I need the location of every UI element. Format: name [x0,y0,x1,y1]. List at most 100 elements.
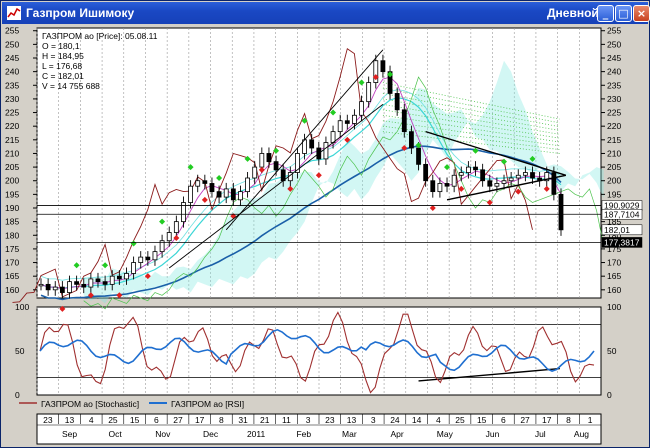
x-day-label: 3 [306,415,311,425]
y-tick-label: 200 [5,176,19,186]
y-tick-label: 160 [607,285,621,295]
y-tick-label: 210 [607,148,621,158]
candle-body [430,180,436,193]
ind-tick-label: 0 [15,390,20,400]
x-day-label: 17 [195,415,205,425]
candle-body [67,281,72,293]
info-line: C = 182,01 [42,71,84,81]
y-tick-label: 240 [5,67,19,77]
candle-body [487,180,493,187]
candle-body [109,275,115,285]
candle-body [494,183,500,187]
ind-tick-label: 50 [15,346,25,356]
y-tick-label: 230 [607,94,621,104]
y-tick-label: 250 [607,39,621,49]
candle-body [530,172,535,179]
y-tick-label: 170 [607,258,621,268]
candle-body [223,188,229,198]
candle-body [515,174,521,179]
ind-tick-label: 50 [607,346,617,356]
y-tick-label: 230 [5,94,19,104]
candle-body [380,60,386,73]
y-tick-label: 255 [607,26,621,36]
y-tick-label: 225 [607,108,621,118]
x-day-label: 23 [325,415,335,425]
x-day-label: 8 [566,415,571,425]
y-tick-label: 245 [607,53,621,63]
x-day-label: 25 [455,415,465,425]
x-day-label: 8 [219,415,224,425]
y-tick-label: 210 [5,148,19,158]
candle-body [252,166,258,179]
x-day-label: 13 [347,415,357,425]
candle-body [473,166,478,171]
candle-body [401,109,407,133]
candle-body [309,139,315,149]
candle-body [238,191,243,201]
x-month-label: Aug [574,429,589,439]
chart-area[interactable]: 1601601651651701701751751801801851851901… [1,24,649,446]
minimize-button[interactable]: _ [597,5,614,22]
close-button[interactable]: × [633,5,650,22]
candle-body [273,161,279,171]
candle-body [409,131,414,149]
candle-body [323,142,329,160]
x-month-label: Jun [486,429,500,439]
candle-body [116,275,122,280]
candle-body [551,172,557,195]
y-tick-label: 255 [5,26,19,36]
candle-body [394,93,400,111]
price-tag-label: 177,3817 [604,237,640,247]
candle-body [266,153,272,163]
title-bar[interactable]: Газпром Ишимоку Дневной _ □ × [2,2,650,24]
y-tick-label: 200 [607,176,621,186]
x-day-label: 15 [130,415,140,425]
x-day-label: 6 [501,415,506,425]
legend: ГАЗПРОМ ао [Stochastic] ГАЗПРОМ ао [RSI] [19,399,244,409]
y-tick-label: 245 [5,53,19,63]
candle-body [337,120,343,133]
chart-window: Газпром Ишимоку Дневной _ □ × 160 160 165 1… [0,0,650,448]
ind-tick-label: 0 [607,390,612,400]
app-icon [7,6,21,20]
candle-body [209,183,215,193]
x-day-label: 11 [282,415,291,425]
x-day-label: 1 [588,415,593,425]
y-tick-label: 235 [607,80,621,90]
candle-body [195,180,201,187]
x-day-label: 13 [65,415,75,425]
candle-body [188,185,193,203]
candle-body [166,232,172,242]
ind-tick-label: 100 [607,302,621,312]
candle-body [95,278,101,283]
price-tag-label: 182,01 [604,225,630,235]
x-month-label: Mar [342,429,357,439]
y-tick-label: 160 [5,285,19,295]
candle-body [152,251,158,261]
x-month-label: Oct [108,429,122,439]
candle-body [423,163,429,182]
candle-body [465,166,471,173]
x-month-label: Sep [62,429,77,439]
y-tick-label: 205 [607,162,621,172]
candle-body [245,177,250,193]
period-mode[interactable]: Дневной [547,6,599,20]
y-tick-label: 190 [5,203,19,213]
x-day-label: 14 [412,415,422,425]
x-month-label: Nov [155,429,171,439]
x-day-label: 3 [371,415,376,425]
candle-body [173,221,179,233]
candle-body [88,278,94,288]
candle-body [52,286,58,291]
x-month-label: May [437,429,454,439]
legend-rsi-label: ГАЗПРОМ ао [RSI] [171,399,244,409]
info-line: ГАЗПРОМ ао [Price]: 05.08.11 [42,31,158,41]
candle-body [501,180,507,184]
maximize-button[interactable]: □ [615,5,632,22]
x-month-label: Feb [296,429,311,439]
candle-body [480,169,486,182]
y-tick-label: 215 [607,135,621,145]
x-month-label: 2011 [247,429,266,439]
candle-body [522,172,528,176]
y-tick-label: 225 [5,108,19,118]
